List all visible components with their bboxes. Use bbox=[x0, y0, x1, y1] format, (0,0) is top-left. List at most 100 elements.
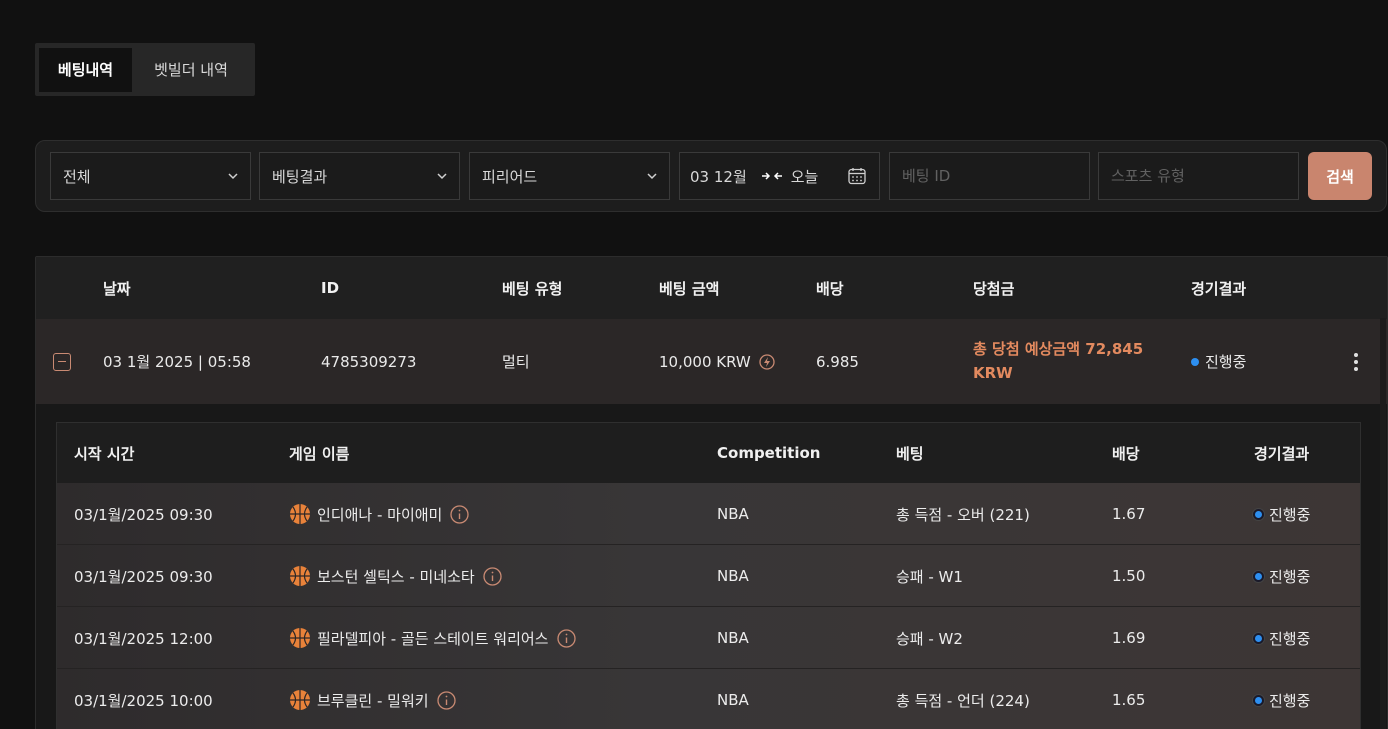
selection-row[interactable]: 03/1월/2025 10:00 브루클린 - 밀워키 NBA 총 득점 - 언… bbox=[57, 669, 1360, 729]
winnings-line2: KRW bbox=[973, 364, 1013, 382]
sub-header-competition: Competition bbox=[717, 444, 821, 462]
selection-row[interactable]: 03/1월/2025 09:30 보스턴 셀틱스 - 미네소타 NBA 승패 -… bbox=[57, 545, 1360, 607]
selection-bet: 승패 - W2 bbox=[896, 629, 963, 648]
chevron-down-icon bbox=[647, 173, 657, 180]
status-dot-icon bbox=[1253, 570, 1264, 582]
basketball-icon bbox=[290, 690, 310, 710]
date-to: 오늘 bbox=[790, 167, 819, 186]
selection-game: 인디애나 - 마이애미 bbox=[289, 483, 470, 545]
date-range-picker[interactable]: 03 12월 오늘 bbox=[679, 152, 880, 200]
selection-status: 진행중 bbox=[1253, 669, 1310, 729]
header-type: 베팅 유형 bbox=[502, 279, 563, 298]
selection-odds: 1.65 bbox=[1112, 691, 1146, 709]
selection-competition: NBA bbox=[717, 691, 749, 709]
header-amount: 베팅 금액 bbox=[659, 279, 720, 298]
sub-header-bet: 베팅 bbox=[896, 444, 924, 463]
selection-odds: 1.69 bbox=[1112, 629, 1146, 647]
selection-status: 진행중 bbox=[1253, 483, 1310, 545]
selection-row[interactable]: 03/1월/2025 12:00 필라델피아 - 골든 스테이트 워리어스 NB… bbox=[57, 607, 1360, 669]
info-icon[interactable] bbox=[556, 628, 576, 648]
selection-bet: 총 득점 - 오버 (221) bbox=[896, 505, 1030, 524]
row-type: 멀티 bbox=[502, 353, 530, 371]
header-id: ID bbox=[321, 279, 340, 297]
sub-header-odds: 배당 bbox=[1112, 444, 1140, 463]
selection-start: 03/1월/2025 10:00 bbox=[74, 691, 213, 710]
selection-bet: 승패 - W1 bbox=[896, 567, 963, 586]
tab-bet-history[interactable]: 베팅내역 bbox=[39, 47, 132, 92]
chevron-down-icon bbox=[437, 173, 447, 180]
status-dot-icon bbox=[1191, 357, 1199, 366]
selection-status: 진행중 bbox=[1253, 545, 1310, 607]
selection-game-label: 보스턴 셀틱스 - 미네소타 bbox=[317, 567, 475, 586]
period-select-label: 피리어드 bbox=[482, 167, 538, 186]
result-select[interactable]: 베팅결과 bbox=[259, 152, 460, 200]
bet-selections-table: 시작 시간 게임 이름 Competition 베팅 배당 경기결과 03/1월… bbox=[56, 422, 1361, 729]
selection-start: 03/1월/2025 12:00 bbox=[74, 629, 213, 648]
table-row[interactable]: 03 1월 2025 | 05:58 4785309273 멀티 10,000 … bbox=[36, 319, 1387, 404]
header-winnings: 당첨금 bbox=[973, 279, 1015, 298]
selection-odds: 1.50 bbox=[1112, 567, 1146, 585]
selection-status-label: 진행중 bbox=[1269, 691, 1311, 710]
sport-type-input[interactable] bbox=[1111, 167, 1286, 185]
selection-status: 진행중 bbox=[1253, 607, 1310, 669]
row-odds: 6.985 bbox=[816, 352, 859, 371]
result-select-label: 베팅결과 bbox=[272, 167, 328, 186]
header-result: 경기결과 bbox=[1191, 279, 1247, 298]
status-dot-icon bbox=[1253, 694, 1264, 706]
row-winnings: 총 당첨 예상금액 72,845 KRW bbox=[973, 337, 1143, 385]
more-menu-button[interactable] bbox=[1354, 319, 1358, 404]
header-date: 날짜 bbox=[103, 279, 131, 298]
winnings-line1: 총 당첨 예상금액 72,845 bbox=[973, 340, 1144, 358]
period-select[interactable]: 피리어드 bbox=[469, 152, 670, 200]
row-amount: 10,000 KRW bbox=[659, 319, 775, 404]
minus-square-icon bbox=[53, 352, 71, 371]
bolt-icon bbox=[759, 353, 775, 370]
selection-bet: 총 득점 - 언더 (224) bbox=[896, 691, 1030, 710]
scrollbar[interactable] bbox=[1380, 318, 1386, 729]
info-icon[interactable] bbox=[483, 566, 502, 586]
status-dot-icon bbox=[1253, 508, 1264, 520]
info-icon[interactable] bbox=[436, 690, 456, 710]
kebab-icon bbox=[1354, 352, 1358, 371]
selection-status-label: 진행중 bbox=[1269, 629, 1311, 648]
sub-header-game: 게임 이름 bbox=[289, 444, 350, 463]
sub-header-start: 시작 시간 bbox=[74, 444, 135, 463]
row-status-label: 진행중 bbox=[1205, 353, 1247, 371]
all-select-label: 전체 bbox=[63, 167, 91, 186]
all-select[interactable]: 전체 bbox=[50, 152, 251, 200]
header-odds: 배당 bbox=[816, 279, 844, 298]
bet-id-input[interactable] bbox=[902, 167, 1077, 185]
selection-odds: 1.67 bbox=[1112, 505, 1146, 523]
selection-row[interactable]: 03/1월/2025 09:30 인디애나 - 마이애미 NBA 총 득점 - … bbox=[57, 483, 1360, 545]
basketball-icon bbox=[290, 566, 310, 586]
collapse-toggle[interactable] bbox=[53, 319, 71, 404]
history-tabs: 베팅내역 벳빌더 내역 bbox=[35, 43, 255, 96]
selection-start: 03/1월/2025 09:30 bbox=[74, 505, 213, 524]
selection-game-label: 필라델피아 - 골든 스테이트 워리어스 bbox=[317, 629, 549, 648]
selection-game-label: 인디애나 - 마이애미 bbox=[317, 505, 443, 524]
selection-game-label: 브루클린 - 밀워키 bbox=[317, 691, 429, 710]
selections-header: 시작 시간 게임 이름 Competition 베팅 배당 경기결과 bbox=[57, 423, 1360, 483]
tab-betbuilder-history[interactable]: 벳빌더 내역 bbox=[132, 48, 250, 92]
basketball-icon bbox=[290, 628, 310, 648]
selection-game: 필라델피아 - 골든 스테이트 워리어스 bbox=[289, 607, 576, 669]
bet-id-field[interactable] bbox=[889, 152, 1090, 200]
chevron-down-icon bbox=[228, 173, 238, 180]
status-dot-icon bbox=[1253, 632, 1264, 644]
basketball-icon bbox=[290, 504, 310, 524]
selection-competition: NBA bbox=[717, 629, 749, 647]
sport-type-field[interactable] bbox=[1098, 152, 1299, 200]
selection-competition: NBA bbox=[717, 505, 749, 523]
row-amount-value: 10,000 KRW bbox=[659, 352, 751, 371]
search-button[interactable]: 검색 bbox=[1308, 152, 1372, 200]
filter-bar: 전체 베팅결과 피리어드 03 12월 오늘 검색 bbox=[35, 140, 1387, 212]
bet-history-table: 날짜 ID 베팅 유형 베팅 금액 배당 당첨금 경기결과 03 1월 2025… bbox=[35, 256, 1388, 729]
row-id: 4785309273 bbox=[321, 352, 417, 371]
selection-status-label: 진행중 bbox=[1269, 567, 1311, 586]
date-from: 03 12월 bbox=[690, 167, 747, 186]
info-icon[interactable] bbox=[450, 504, 470, 524]
table-header: 날짜 ID 베팅 유형 베팅 금액 배당 당첨금 경기결과 bbox=[36, 257, 1387, 319]
sub-header-result: 경기결과 bbox=[1254, 444, 1310, 463]
calendar-icon[interactable] bbox=[847, 166, 867, 186]
selection-start: 03/1월/2025 09:30 bbox=[74, 567, 213, 586]
